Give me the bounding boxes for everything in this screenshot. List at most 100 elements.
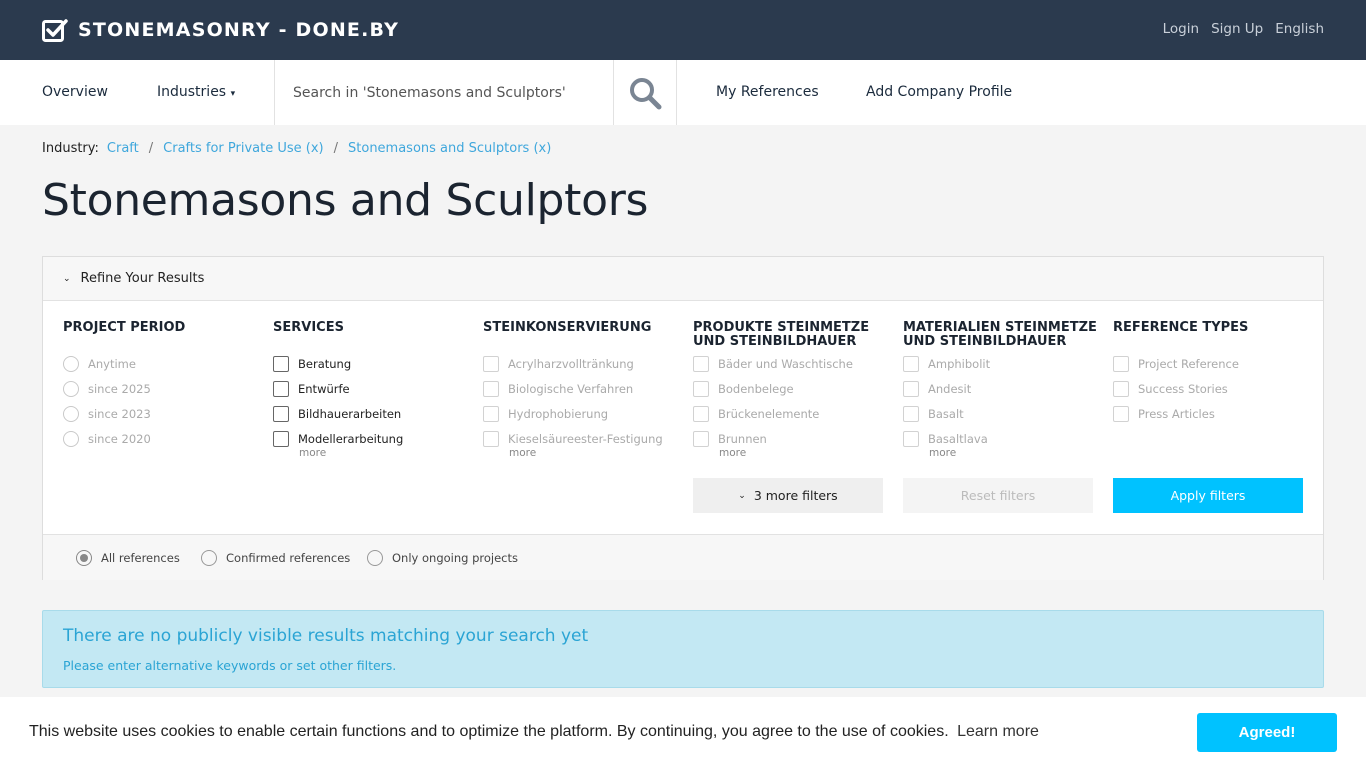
period-option[interactable]: since 2020 (63, 426, 263, 451)
checkbox-icon (1113, 405, 1129, 422)
refine-results-toggle[interactable]: ⌄ Refine Your Results (43, 257, 1323, 301)
breadcrumb-stonemasons[interactable]: Stonemasons and Sculptors (x) (348, 141, 551, 156)
refine-results-label: Refine Your Results (80, 271, 205, 286)
search-icon (630, 77, 662, 109)
checkbox-icon (483, 405, 499, 422)
top-bar: STONEMASONRY - DONE.BY Login Sign Up Eng… (0, 0, 1366, 60)
account-links: Login Sign Up English (1163, 21, 1324, 37)
product-option[interactable]: Brückenelemente (693, 401, 893, 426)
signup-link[interactable]: Sign Up (1211, 21, 1263, 37)
scope-label: Only ongoing projects (392, 551, 519, 565)
radio-icon (201, 550, 217, 566)
scope-ongoing-projects[interactable]: Only ongoing projects (367, 550, 518, 566)
option-label: Amphibolit (928, 356, 991, 371)
chevron-down-icon: ⌄ (738, 490, 746, 501)
checkbox-icon (693, 380, 709, 397)
scope-all-references[interactable]: All references (76, 550, 180, 566)
material-option[interactable]: Basalt (903, 401, 1103, 426)
option-label: Anytime (88, 356, 136, 371)
nav-my-references[interactable]: My References (716, 84, 819, 100)
filter-produkte: PRODUKTE STEINMETZE UND STEINBILDHAUER B… (693, 321, 893, 459)
service-option[interactable]: Entwürfe (273, 376, 473, 401)
product-option[interactable]: Bodenbelege (693, 376, 893, 401)
product-option[interactable]: Bäder und Waschtische (693, 351, 893, 376)
search-input[interactable] (275, 60, 613, 125)
reference-type-option[interactable]: Success Stories (1113, 376, 1313, 401)
filter-services: SERVICES Beratung Entwürfe Bildhauerarbe… (273, 321, 473, 459)
page-title: Stonemasons and Sculptors (42, 175, 649, 226)
login-link[interactable]: Login (1163, 21, 1199, 37)
option-label: Success Stories (1138, 381, 1228, 396)
cookie-agree-button[interactable]: Agreed! (1197, 713, 1337, 752)
radio-checked-icon (76, 550, 92, 566)
filter-reference-types: REFERENCE TYPES Project Reference Succes… (1113, 321, 1313, 426)
apply-filters-button[interactable]: Apply filters (1113, 478, 1303, 513)
caret-down-icon: ▾ (230, 89, 236, 99)
option-label: Biologische Verfahren (508, 381, 634, 396)
filter-panel: ⌄ Refine Your Results PROJECT PERIOD Any… (42, 256, 1324, 580)
no-results-alert: There are no publicly visible results ma… (42, 610, 1324, 688)
checkbox-logo-icon (42, 19, 68, 42)
service-option[interactable]: Bildhauerarbeiten (273, 401, 473, 426)
language-link[interactable]: English (1275, 21, 1324, 37)
reference-type-option[interactable]: Press Articles (1113, 401, 1313, 426)
search-button[interactable] (614, 60, 677, 125)
nav-overview[interactable]: Overview (42, 84, 108, 100)
more-filters-button[interactable]: ⌄ 3 more filters (693, 478, 883, 513)
option-label: Brunnen (718, 431, 767, 446)
radio-icon (63, 355, 79, 372)
checkbox-icon (903, 405, 919, 422)
checkbox-icon (273, 355, 289, 372)
more-filters-label: 3 more filters (753, 488, 838, 503)
filter-title: SERVICES (273, 320, 344, 335)
reset-filters-button[interactable]: Reset filters (903, 478, 1093, 513)
option-label: Basalt (928, 406, 964, 421)
filter-project-period: PROJECT PERIOD Anytime since 2025 since … (63, 321, 263, 451)
checkbox-icon (693, 430, 709, 447)
scope-confirmed-references[interactable]: Confirmed references (201, 550, 350, 566)
cookie-learn-more-link[interactable]: Learn more (957, 723, 1039, 740)
nav-add-company-profile[interactable]: Add Company Profile (866, 84, 1012, 100)
checkbox-icon (483, 430, 499, 447)
option-label: Project Reference (1138, 356, 1239, 371)
breadcrumb-craft[interactable]: Craft (107, 141, 139, 156)
period-option[interactable]: since 2025 (63, 376, 263, 401)
radio-icon (63, 380, 79, 397)
scope-label: All references (101, 551, 180, 565)
search-box (274, 60, 614, 125)
option-label: Modellerarbeitung (298, 431, 404, 446)
more-link[interactable]: more (929, 447, 1103, 459)
option-label: Entwürfe (298, 381, 350, 396)
breadcrumb-crafts-private-use[interactable]: Crafts for Private Use (x) (163, 141, 323, 156)
cookie-message: This website uses cookies to enable cert… (29, 723, 1039, 741)
chevron-down-icon: ⌄ (63, 273, 71, 284)
option-label: Bodenbelege (718, 381, 794, 396)
option-label: Press Articles (1138, 406, 1215, 421)
material-option[interactable]: Andesit (903, 376, 1103, 401)
cookie-text: This website uses cookies to enable cert… (29, 723, 949, 740)
nav-industries-dropdown[interactable]: Industries ▾ (157, 84, 235, 100)
service-option[interactable]: Beratung (273, 351, 473, 376)
checkbox-icon (903, 380, 919, 397)
period-option[interactable]: since 2023 (63, 401, 263, 426)
radio-icon (367, 550, 383, 566)
cookie-banner: This website uses cookies to enable cert… (0, 697, 1366, 768)
conservation-option[interactable]: Biologische Verfahren (483, 376, 683, 401)
more-link[interactable]: more (509, 447, 683, 459)
option-label: Beratung (298, 356, 352, 371)
more-link[interactable]: more (719, 447, 893, 459)
option-label: Kieselsäureester-Festigung (508, 431, 663, 446)
checkbox-icon (903, 355, 919, 372)
checkbox-icon (273, 380, 289, 397)
more-link[interactable]: more (299, 447, 473, 459)
reference-type-option[interactable]: Project Reference (1113, 351, 1313, 376)
conservation-option[interactable]: Acrylharzvolltränkung (483, 351, 683, 376)
radio-icon (63, 430, 79, 447)
period-option[interactable]: Anytime (63, 351, 263, 376)
checkbox-icon (273, 430, 289, 447)
conservation-option[interactable]: Hydrophobierung (483, 401, 683, 426)
checkbox-icon (1113, 380, 1129, 397)
filter-steinkonservierung: STEINKONSERVIERUNG Acrylharzvolltränkung… (483, 321, 683, 459)
material-option[interactable]: Amphibolit (903, 351, 1103, 376)
brand-logo-link[interactable]: STONEMASONRY - DONE.BY (42, 18, 399, 42)
